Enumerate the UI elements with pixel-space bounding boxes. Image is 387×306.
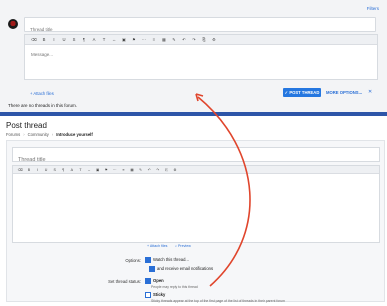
toolbar-button[interactable]: ⋯ — [111, 166, 120, 174]
message-editor: ⌫ B I U S ¶ A T ↔ ▣ ⚑ ⋯ ≡ ▦ ✎ ↶ ↷ ⎘ ⚙ — [24, 34, 378, 80]
thread-title-field[interactable] — [24, 17, 376, 36]
email-option[interactable]: and receive email notifications — [149, 266, 213, 272]
toolbar-button[interactable]: ⚑ — [129, 35, 139, 45]
page-title: Post thread — [6, 121, 47, 130]
email-label: and receive email notifications — [157, 266, 214, 272]
toolbar-button[interactable]: ⎘ — [162, 166, 171, 174]
toolbar-button[interactable]: ↷ — [189, 35, 199, 45]
toolbar-button[interactable]: ↔ — [85, 166, 94, 174]
sticky-label: Sticky — [153, 292, 166, 298]
breadcrumb: Forums › Community › Introduce yourself — [6, 132, 93, 137]
close-icon[interactable]: ✕ — [368, 88, 372, 97]
sticky-checkbox[interactable] — [145, 292, 151, 298]
preview-button[interactable]: ⌕ Preview — [175, 244, 191, 248]
editor-toolbar: ⌫ B I U S ¶ A T ↔ ▣ ⚑ ⋯ ≡ ▦ ✎ ↶ ↷ ⎘ ⚙ — [25, 35, 377, 45]
watch-option[interactable]: Watch this thread... — [145, 257, 213, 263]
toolbar-button[interactable]: I — [33, 166, 42, 174]
thread-status-group: Open People may reply to this thread Sti… — [145, 278, 285, 306]
toolbar-button[interactable]: ↷ — [154, 166, 163, 174]
filters-link[interactable]: Filters — [367, 6, 379, 11]
more-options-button[interactable]: MORE OPTIONS... — [326, 88, 362, 97]
breadcrumb-community[interactable]: Community — [28, 132, 49, 137]
attach-files-button[interactable]: + Attach files — [147, 244, 167, 248]
toolbar-button[interactable]: ⋯ — [139, 35, 149, 45]
breadcrumb-forums[interactable]: Forums — [6, 132, 20, 137]
thread-title-field[interactable] — [12, 147, 380, 167]
toolbar-button[interactable]: B — [25, 166, 34, 174]
toolbar-button[interactable]: ⌫ — [29, 35, 39, 45]
post-thread-button[interactable]: ✓ POST THREAD — [283, 88, 321, 97]
toolbar-button[interactable]: ↔ — [109, 35, 119, 45]
post-thread-form: ⌫BIUS¶AT↔▣⚑⋯≡▦✎↶↷⎘⚙ + Attach files ⌕ Pre… — [6, 140, 385, 303]
watch-label: Watch this thread... — [153, 257, 189, 263]
message-input[interactable] — [25, 45, 377, 79]
toolbar-button[interactable]: ⎘ — [199, 35, 209, 45]
open-option[interactable]: Open — [145, 278, 285, 284]
message-editor[interactable]: ⌫ B I U S ¶ A T ↔ ▣ ⚑ ⋯ ≡ ▦ ✎ ↶ ↷ ⎘ ⚙ — [12, 165, 380, 243]
email-checkbox[interactable] — [149, 266, 155, 272]
open-label: Open — [153, 278, 164, 284]
breadcrumb-separator: › — [51, 132, 54, 137]
toolbar-button[interactable]: ⚙ — [209, 35, 219, 45]
quick-thread-panel: Filters ⌫BIUS¶AT↔▣⚑⋯≡▦✎↶↷⎘⚙ + Attach fil… — [0, 0, 387, 112]
editor-toolbar: ⌫ B I U S ¶ A T ↔ ▣ ⚑ ⋯ ≡ ▦ ✎ ↶ ↷ ⎘ ⚙ — [13, 166, 379, 174]
toolbar-button[interactable]: ≡ — [149, 35, 159, 45]
toolbar-button[interactable]: ⌫ — [16, 166, 25, 174]
toolbar-button[interactable]: ▣ — [119, 35, 129, 45]
open-hint: People may reply to this thread — [151, 285, 198, 289]
toolbar-button[interactable]: A — [89, 35, 99, 45]
toolbar-button[interactable]: S — [50, 166, 59, 174]
toolbar-button[interactable]: ⚙ — [171, 166, 180, 174]
toolbar-button[interactable]: ▣ — [93, 166, 102, 174]
attach-files-button[interactable]: + Attach files — [30, 91, 54, 96]
thread-status-label: Set thread status: — [108, 279, 141, 284]
options-group: Watch this thread... and receive email n… — [145, 257, 213, 275]
toolbar-button[interactable]: ¶ — [59, 166, 68, 174]
avatar — [8, 19, 18, 29]
message-area[interactable] — [25, 45, 377, 79]
section-divider — [0, 112, 387, 116]
toolbar-button[interactable]: S — [69, 35, 79, 45]
breadcrumb-current[interactable]: Introduce yourself — [56, 132, 93, 137]
options-label: Options: — [125, 258, 141, 263]
toolbar-button[interactable]: U — [59, 35, 69, 45]
toolbar-button[interactable]: ↶ — [145, 166, 154, 174]
toolbar-button[interactable]: T — [76, 166, 85, 174]
open-checkbox[interactable] — [145, 278, 151, 284]
toolbar-button[interactable]: U — [42, 166, 51, 174]
toolbar-button[interactable]: ✎ — [136, 166, 145, 174]
toolbar-button[interactable]: ▦ — [128, 166, 137, 174]
empty-forum-message: There are no threads in this forum. — [8, 103, 78, 108]
toolbar-button[interactable]: ✎ — [169, 35, 179, 45]
toolbar-button[interactable]: T — [99, 35, 109, 45]
watch-checkbox[interactable] — [145, 257, 151, 263]
toolbar-button[interactable]: ≡ — [119, 166, 128, 174]
toolbar-button[interactable]: ⚑ — [102, 166, 111, 174]
toolbar-button[interactable]: ↶ — [179, 35, 189, 45]
toolbar-button[interactable]: ▦ — [159, 35, 169, 45]
toolbar-button[interactable]: ¶ — [79, 35, 89, 45]
breadcrumb-separator: › — [23, 132, 25, 137]
sticky-option[interactable]: Sticky — [145, 292, 285, 298]
toolbar-button[interactable]: I — [49, 35, 59, 45]
toolbar-button[interactable]: B — [39, 35, 49, 45]
toolbar-button[interactable]: A — [68, 166, 77, 174]
